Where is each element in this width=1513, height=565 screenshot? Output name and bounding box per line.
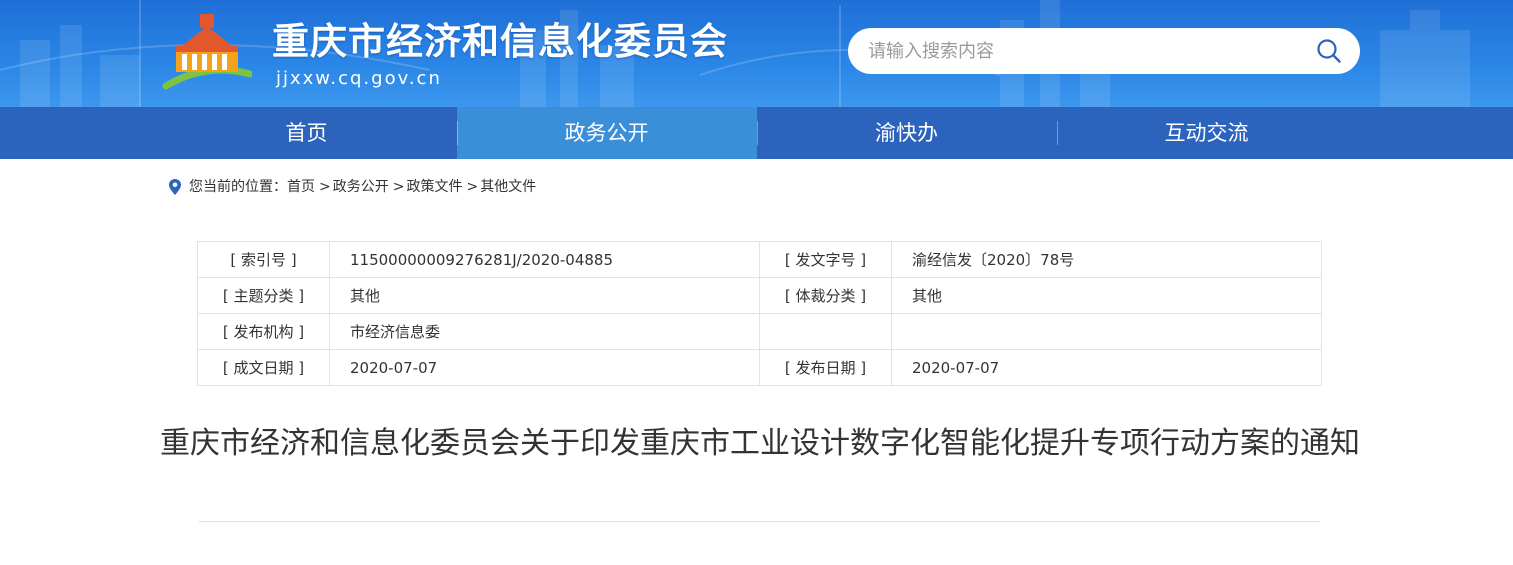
title-divider xyxy=(199,521,1320,522)
breadcrumb: 您当前的位置： 首页 > 政务公开 > 政策文件 > 其他文件 xyxy=(168,177,536,197)
meta-label-topic-category: [ 主题分类 ] xyxy=(197,277,330,314)
breadcrumb-separator: > xyxy=(319,179,331,195)
search-icon[interactable] xyxy=(1316,38,1342,64)
meta-value-issuing-agency: 市经济信息委 xyxy=(329,313,760,350)
meta-label-genre-category: [ 体裁分类 ] xyxy=(759,277,892,314)
meta-label-document-number: [ 发文字号 ] xyxy=(759,241,892,278)
breadcrumb-separator: > xyxy=(466,179,479,195)
nav-item-home[interactable]: 首页 xyxy=(157,107,457,159)
search-input[interactable] xyxy=(868,28,1308,74)
nav-item-interaction[interactable]: 互动交流 xyxy=(1056,107,1357,159)
search-box xyxy=(848,28,1360,74)
table-row: [ 主题分类 ] 其他 [ 体裁分类 ] 其他 xyxy=(197,277,1322,314)
site-url: jjxxw.cq.gov.cn xyxy=(276,68,442,89)
nav-item-yukuaiban[interactable]: 渝快办 xyxy=(756,107,1057,159)
meta-value-index-number: 11500000009276281J/2020-04885 xyxy=(329,241,760,278)
table-row: [ 发布机构 ] 市经济信息委 xyxy=(197,313,1322,350)
meta-label-index-number: [ 索引号 ] xyxy=(197,241,330,278)
meta-value-publish-date: 2020-07-07 xyxy=(891,349,1322,386)
main-nav: 首页 政务公开 渝快办 互动交流 xyxy=(0,107,1513,159)
meta-value-genre-category: 其他 xyxy=(891,277,1322,314)
table-row: [ 成文日期 ] 2020-07-07 [ 发布日期 ] 2020-07-07 xyxy=(197,349,1322,386)
meta-label-issuing-agency: [ 发布机构 ] xyxy=(197,313,330,350)
nav-item-government-affairs[interactable]: 政务公开 xyxy=(456,107,757,159)
site-title: 重庆市经济和信息化委员会 xyxy=(272,20,728,63)
document-metadata-table: [ 索引号 ] 11500000009276281J/2020-04885 [ … xyxy=(197,241,1322,386)
meta-value-document-number: 渝经信发〔2020〕78号 xyxy=(891,241,1322,278)
meta-value-empty xyxy=(891,313,1322,350)
site-logo xyxy=(162,14,252,90)
meta-label-creation-date: [ 成文日期 ] xyxy=(197,349,330,386)
meta-label-publish-date: [ 发布日期 ] xyxy=(759,349,892,386)
document-title: 重庆市经济和信息化委员会关于印发重庆市工业设计数字化智能化提升专项行动方案的通知 xyxy=(160,426,1360,461)
breadcrumb-policy-documents[interactable]: 政策文件 xyxy=(406,177,462,197)
site-header: 重庆市经济和信息化委员会 jjxxw.cq.gov.cn xyxy=(0,0,1513,107)
meta-label-empty xyxy=(759,313,892,350)
meta-value-topic-category: 其他 xyxy=(329,277,760,314)
breadcrumb-government-affairs[interactable]: 政务公开 xyxy=(333,177,389,197)
breadcrumb-separator: > xyxy=(392,179,405,195)
meta-value-creation-date: 2020-07-07 xyxy=(329,349,760,386)
location-pin-icon xyxy=(169,179,181,195)
breadcrumb-home[interactable]: 首页 xyxy=(287,177,315,197)
breadcrumb-other-documents[interactable]: 其他文件 xyxy=(480,177,536,197)
breadcrumb-prefix: 您当前的位置： xyxy=(189,179,287,195)
table-row: [ 索引号 ] 11500000009276281J/2020-04885 [ … xyxy=(197,241,1322,278)
